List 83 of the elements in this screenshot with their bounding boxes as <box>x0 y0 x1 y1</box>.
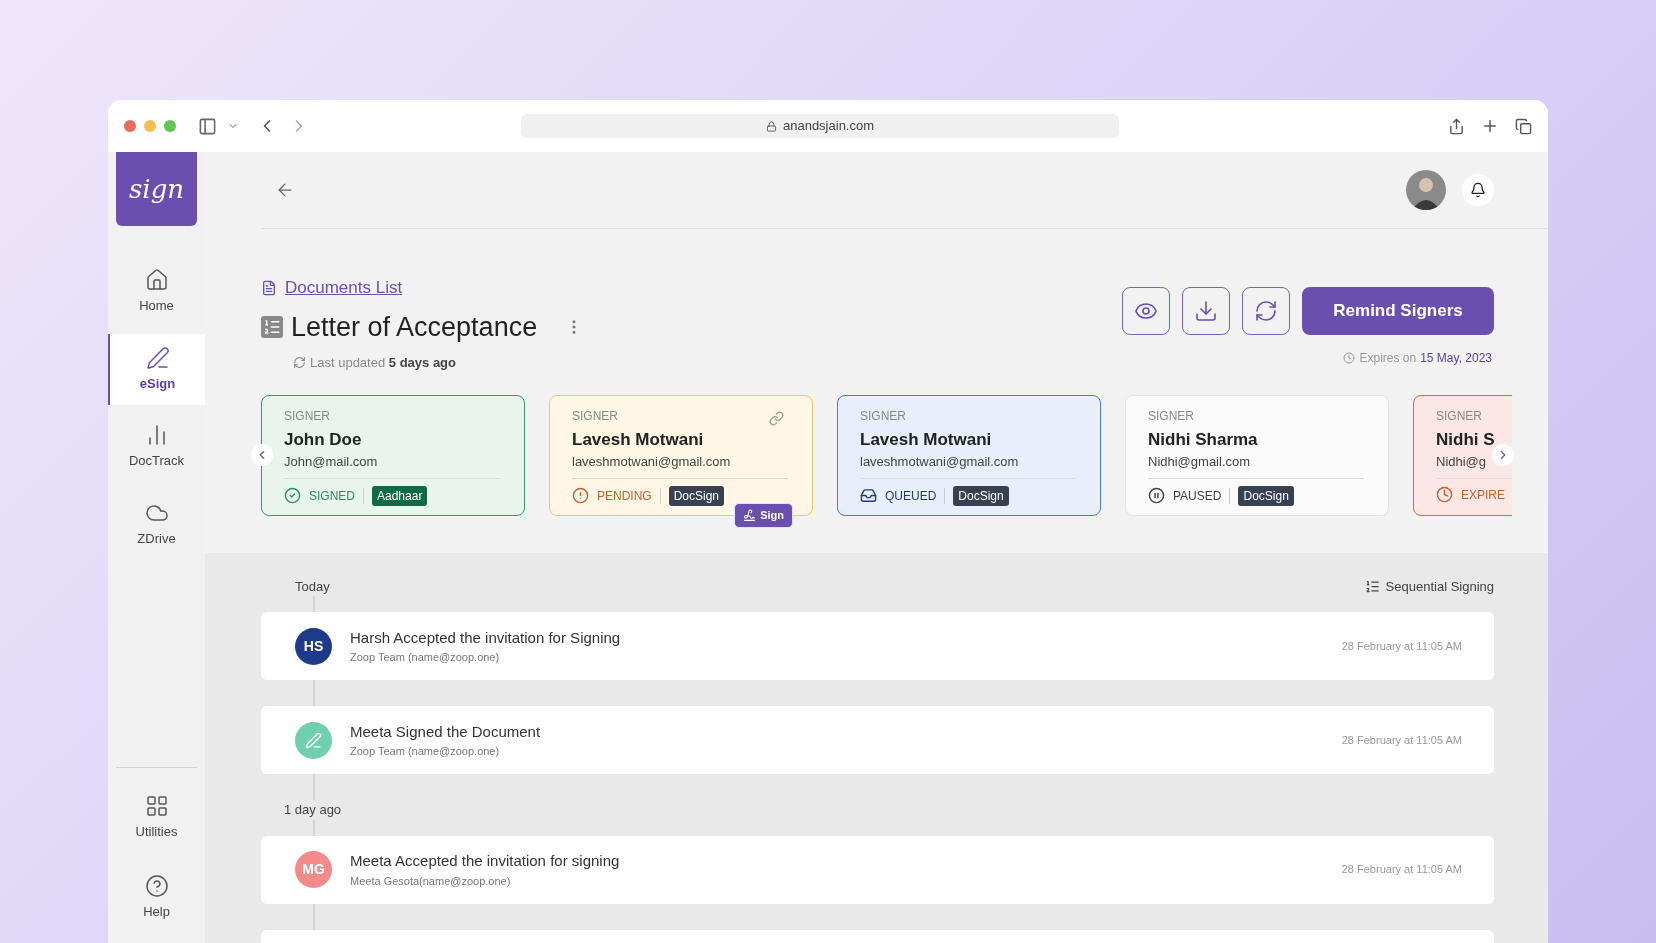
signature-icon <box>743 508 757 522</box>
sidebar-item[interactable]: ZDrive <box>108 488 205 560</box>
activity-subtitle: Zoop Team (name@zoop.one) <box>350 744 501 759</box>
nav-icon <box>144 873 169 898</box>
status-text: PENDING <box>597 487 652 505</box>
preview-button[interactable] <box>1122 287 1170 335</box>
app-logo[interactable]: sign <box>116 152 197 226</box>
sidebar-item[interactable]: Home <box>108 256 205 328</box>
activity-title: Meeta Signed the Document <box>350 721 541 742</box>
timeline-date-label: 1 day ago <box>284 801 342 819</box>
activity-title: Meeta Accepted the invitation for signing <box>350 851 620 871</box>
carousel-prev-button[interactable] <box>251 443 273 466</box>
link-icon[interactable] <box>769 411 784 426</box>
signer-card[interactable]: SIGNER Nidhi S Nidhi@g EXPIRE <box>1413 394 1512 516</box>
status-text: QUEUED <box>885 487 937 505</box>
sidebar-item[interactable]: Utilities <box>108 782 205 854</box>
sidebar-toggle-icon[interactable] <box>198 116 217 136</box>
signer-email: laveshmotwani@gmail.com <box>860 453 1019 471</box>
sign-button[interactable]: Sign <box>734 503 793 528</box>
nav-icon <box>144 268 169 292</box>
refresh-icon <box>293 356 306 370</box>
method-tag: DocSign <box>1238 485 1294 506</box>
user-avatar[interactable] <box>1406 170 1446 210</box>
card-label: SIGNER <box>1436 407 1482 425</box>
status-text: PAUSED <box>1173 487 1222 505</box>
nav-icon <box>145 345 170 370</box>
notifications-button[interactable] <box>1462 174 1494 206</box>
download-button[interactable] <box>1182 287 1230 335</box>
address-bar[interactable]: anandsjain.com <box>521 114 1119 138</box>
signer-name: Nidhi Sharma <box>1148 428 1258 451</box>
clock-icon <box>1343 352 1356 364</box>
share-icon[interactable] <box>1448 117 1465 135</box>
timeline-date-label: Today <box>295 577 330 596</box>
signer-email: John@mail.com <box>284 453 378 471</box>
status-text: SIGNED <box>309 487 355 505</box>
expires-label: Expires on <box>1359 350 1417 367</box>
expires-date: 15 May, 2023 <box>1420 350 1492 367</box>
bell-icon <box>1470 182 1486 198</box>
signer-name: Lavesh Motwani <box>572 428 704 451</box>
refresh-icon <box>1254 299 1278 323</box>
activity-subtitle: Zoop Team (name@zoop.one) <box>350 650 501 665</box>
activity-title: Harsh Accepted the invitation for Signing <box>350 627 621 648</box>
signer-card[interactable]: SIGNER Nidhi Sharma Nidhi@gmail.com PAUSED DocSign <box>1125 394 1389 516</box>
activity-time: 28 February at 11:05 AM <box>1341 862 1462 878</box>
signer-card[interactable]: SIGNER Lavesh Motwani laveshmotwani@gmail.com QUEUED DocSign <box>837 394 1101 516</box>
method-tag: Aadhaar <box>372 485 428 506</box>
download-icon <box>1194 299 1218 323</box>
signer-name: Lavesh Motwani <box>860 428 992 451</box>
signer-email: Nidhi@g <box>1436 453 1487 471</box>
new-tab-icon[interactable] <box>1481 117 1499 135</box>
nav-icon <box>144 794 169 818</box>
breadcrumb-link[interactable]: Documents List <box>285 275 403 301</box>
method-tag: DocSign <box>953 485 1009 506</box>
card-label: SIGNER <box>860 407 906 425</box>
sidebar-item[interactable]: eSign <box>108 333 205 405</box>
last-updated: Last updated 5 days ago <box>310 354 456 372</box>
tabs-icon[interactable] <box>1515 117 1532 135</box>
card-label: SIGNER <box>284 407 330 425</box>
activity-time: 28 February at 11:05 AM <box>1341 638 1462 654</box>
lock-icon <box>765 120 777 132</box>
activity-subtitle: Meeta Gesota(name@zoop.one) <box>350 873 512 889</box>
initials-avatar: MG <box>295 851 332 888</box>
sequential-signing-label: Sequential Signing <box>1385 577 1494 596</box>
sidebar-item[interactable]: Help <box>108 861 205 933</box>
method-tag: DocSign <box>668 485 725 506</box>
pen-icon <box>305 731 322 749</box>
signer-card[interactable]: SIGNER John Doe John@mail.com SIGNED Aadhaar <box>261 394 525 516</box>
card-label: SIGNER <box>572 407 618 425</box>
document-icon <box>261 279 277 296</box>
status-text: EXPIRE <box>1461 486 1505 504</box>
signer-email: Nidhi@gmail.com <box>1148 453 1251 471</box>
signer-email: laveshmotwani@gmail.com <box>572 453 731 471</box>
document-type-icon <box>261 315 283 338</box>
refresh-button[interactable] <box>1242 287 1290 335</box>
document-title: Letter of Acceptance <box>291 310 538 344</box>
signer-name: John Doe <box>284 428 362 451</box>
activity-time: 28 February at 11:05 AM <box>1341 732 1462 748</box>
card-label: SIGNER <box>1148 407 1194 425</box>
signer-name: Nidhi S <box>1436 428 1495 451</box>
remind-signers-button[interactable]: Remind Signers <box>1302 287 1494 335</box>
initials-avatar: HS <box>295 627 332 665</box>
sidebar-item[interactable]: DocTrack <box>108 411 205 483</box>
sequential-icon <box>1364 578 1380 594</box>
